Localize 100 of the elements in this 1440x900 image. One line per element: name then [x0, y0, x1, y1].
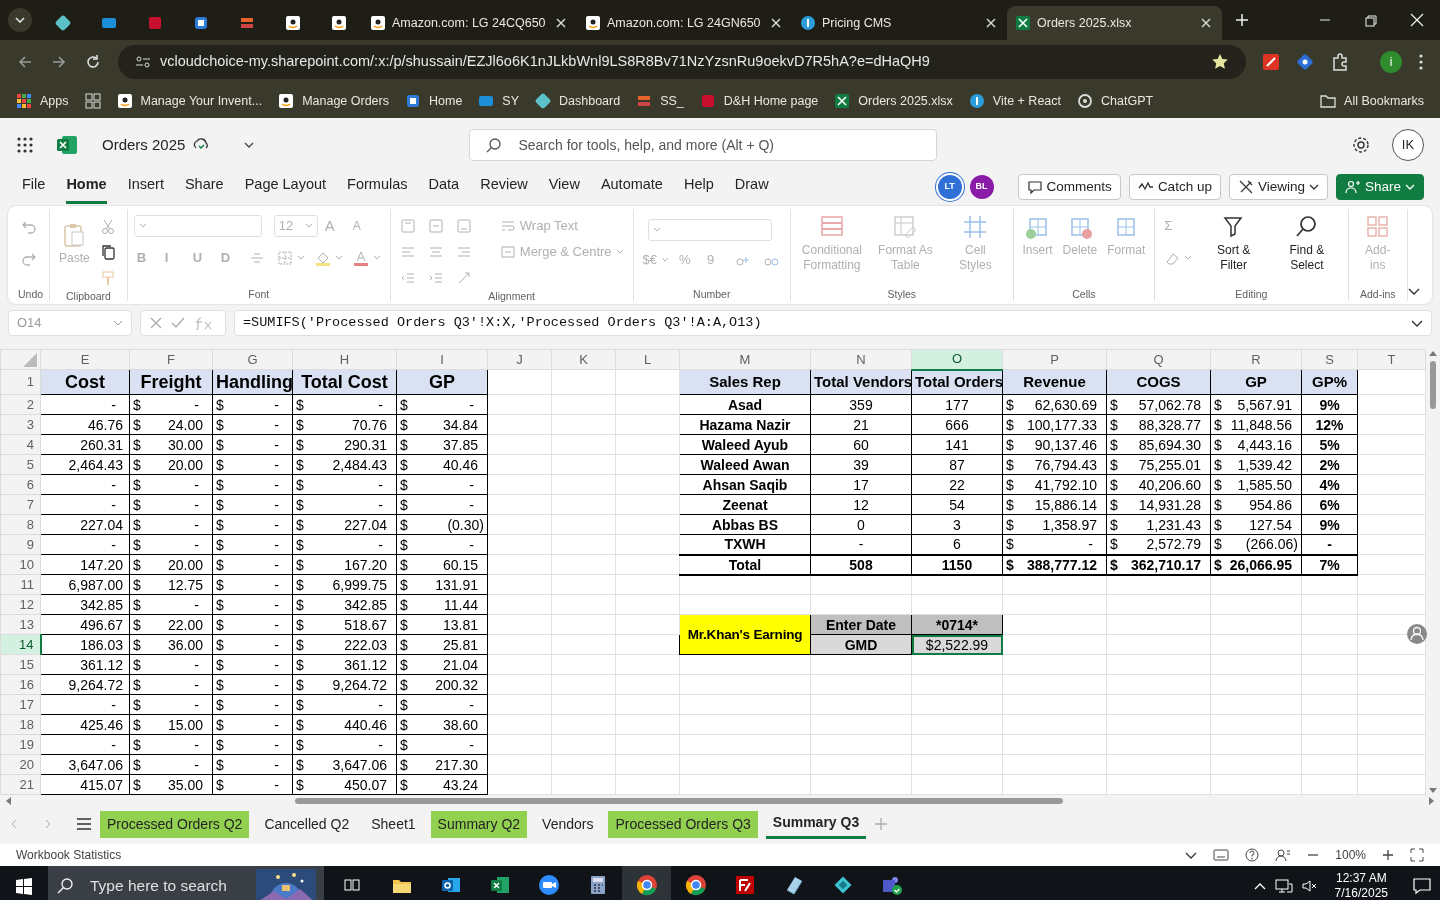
menu-tab[interactable]: Review	[480, 169, 528, 205]
row-header[interactable]: 10	[0, 554, 41, 575]
sheet-tab[interactable]: Summary Q3	[765, 809, 867, 839]
profile-avatar[interactable]: i	[1380, 51, 1402, 73]
bookmark[interactable]: Manage Your Invent...	[116, 91, 263, 111]
user-avatar[interactable]: IK	[1392, 129, 1424, 161]
row-header[interactable]: 12	[0, 594, 41, 615]
row-header[interactable]: 18	[0, 714, 41, 735]
bookmark[interactable]: Apps	[16, 91, 69, 111]
volume-muted-icon[interactable]	[1300, 878, 1319, 894]
bookmark[interactable]: Dashboard	[535, 91, 621, 111]
document-title[interactable]: Orders 2025	[102, 133, 186, 157]
menu-tab[interactable]: Formulas	[347, 169, 408, 205]
sheet-tab[interactable]: Sheet1	[364, 810, 423, 838]
browser-tab[interactable]: Amazon.com: LG 24GN650	[577, 6, 792, 40]
dropdown-icon[interactable]	[7, 7, 33, 33]
search-field[interactable]: Type here to search	[48, 866, 324, 900]
column-header[interactable]: K	[551, 349, 616, 370]
column-header[interactable]: I	[396, 349, 488, 370]
find-button[interactable]: Find & Select	[1272, 213, 1342, 273]
column-header[interactable]: J	[487, 349, 552, 370]
spreadsheet-app-icon[interactable]	[488, 874, 511, 896]
menu-tab[interactable]: Insert	[127, 169, 164, 205]
row-header[interactable]: 17	[0, 694, 41, 715]
browser-icon[interactable]	[635, 874, 658, 896]
bookmark[interactable]: ChatGPT	[1077, 91, 1154, 111]
column-header[interactable]: L	[615, 349, 680, 370]
formula-field[interactable]: =SUMIFS('Processed Orders Q3'!X:X,'Processed Orders Q3'!A:A,O13)	[234, 310, 1432, 336]
puzzle-icon[interactable]	[1330, 52, 1350, 72]
file-transfer-app-icon[interactable]	[733, 874, 756, 896]
sheet-tab[interactable]: Processed Orders Q2	[100, 810, 250, 838]
zoom-level[interactable]: 100%	[1335, 846, 1366, 864]
help-icon[interactable]	[1245, 848, 1260, 862]
scroll-right-icon[interactable]	[1428, 796, 1436, 806]
new-tab-icon[interactable]	[1234, 12, 1250, 28]
bookmarks-folder[interactable]: All Bookmarks	[1320, 91, 1424, 111]
column-header[interactable]: S	[1301, 349, 1358, 370]
column-header[interactable]: Q	[1106, 349, 1211, 370]
site-info-icon[interactable]	[134, 53, 152, 71]
settings-icon[interactable]	[1352, 136, 1370, 154]
browser-tab[interactable]: Amazon.com: LG 24CQ650	[362, 6, 577, 40]
menu-tab[interactable]: Automate	[600, 169, 663, 205]
menu-tab[interactable]: Draw	[734, 169, 769, 205]
comments-button[interactable]: Comments	[1017, 174, 1121, 200]
row-header[interactable]: 15	[0, 654, 41, 675]
browser-icon[interactable]	[684, 874, 707, 896]
feedback-icon[interactable]	[1275, 848, 1292, 862]
row-header[interactable]: 6	[0, 474, 41, 495]
bookmark[interactable]: SY	[478, 91, 519, 111]
row-header[interactable]: 8	[0, 514, 41, 535]
sheet-tab[interactable]: Cancelled Q2	[257, 810, 357, 838]
apps-grid-icon[interactable]	[84, 93, 101, 109]
sheet-tab[interactable]: Vendors	[535, 810, 601, 838]
extension-icon[interactable]	[1262, 53, 1280, 71]
viewing-button[interactable]: Viewing	[1228, 174, 1328, 200]
menu-tab[interactable]: File	[22, 169, 46, 205]
scrollbar-thumb[interactable]	[295, 798, 1063, 804]
column-header[interactable]: T	[1357, 349, 1426, 370]
clock-date[interactable]: 7/16/2025	[1334, 886, 1388, 900]
scroll-up-icon[interactable]	[1428, 349, 1438, 357]
bookmark[interactable]: Vite + React	[968, 91, 1061, 111]
windows-start-icon[interactable]	[15, 877, 33, 895]
scrollbar-thumb[interactable]	[1430, 361, 1436, 409]
reload-icon[interactable]	[84, 53, 102, 71]
row-header[interactable]: 2	[0, 394, 41, 415]
row-header[interactable]: 19	[0, 734, 41, 755]
status-text[interactable]: Workbook Statistics	[16, 846, 122, 864]
zoom-in-icon[interactable]	[1382, 849, 1394, 861]
bookmark[interactable]: SS_	[636, 91, 684, 111]
browser-tab[interactable]: Orders 2025.xlsx	[1007, 6, 1222, 40]
column-header[interactable]: O	[911, 349, 1003, 370]
column-header[interactable]: E	[40, 349, 130, 370]
video-call-app-icon[interactable]	[537, 874, 560, 896]
column-header[interactable]: F	[129, 349, 213, 370]
column-header[interactable]: R	[1210, 349, 1302, 370]
bookmark[interactable]: Home	[405, 91, 463, 111]
row-header[interactable]: 13	[0, 614, 41, 635]
row-header[interactable]: 11	[0, 574, 41, 595]
clock-time[interactable]: 12:37 AM	[1334, 871, 1388, 886]
row-header[interactable]: 4	[0, 434, 41, 455]
share-button[interactable]: Share	[1335, 174, 1424, 200]
bookmark[interactable]: Manage Orders	[278, 91, 389, 111]
sort-button[interactable]: Sort & Filter	[1199, 213, 1269, 273]
chat-app-icon[interactable]	[880, 874, 903, 896]
menu-tab[interactable]: Help	[683, 169, 714, 205]
row-header[interactable]: 16	[0, 674, 41, 695]
notifications-icon[interactable]	[1412, 876, 1432, 896]
keyboard-icon[interactable]	[1213, 849, 1230, 861]
sheet-tab[interactable]: Processed Orders Q3	[608, 810, 758, 838]
more-icon[interactable]	[1418, 53, 1424, 71]
collaborator-avatar[interactable]: BL	[969, 175, 994, 199]
bookmark[interactable]: D&H Home page	[699, 91, 819, 111]
row-header[interactable]: 3	[0, 414, 41, 435]
row-header[interactable]: 21	[0, 774, 41, 795]
row-header[interactable]: 14	[0, 634, 41, 655]
menu-tab[interactable]: Share	[184, 169, 224, 205]
menu-tab[interactable]: View	[548, 169, 580, 205]
row-header[interactable]: 7	[0, 494, 41, 515]
fullscreen-icon[interactable]	[1410, 848, 1424, 862]
row-header[interactable]: 9	[0, 534, 41, 555]
